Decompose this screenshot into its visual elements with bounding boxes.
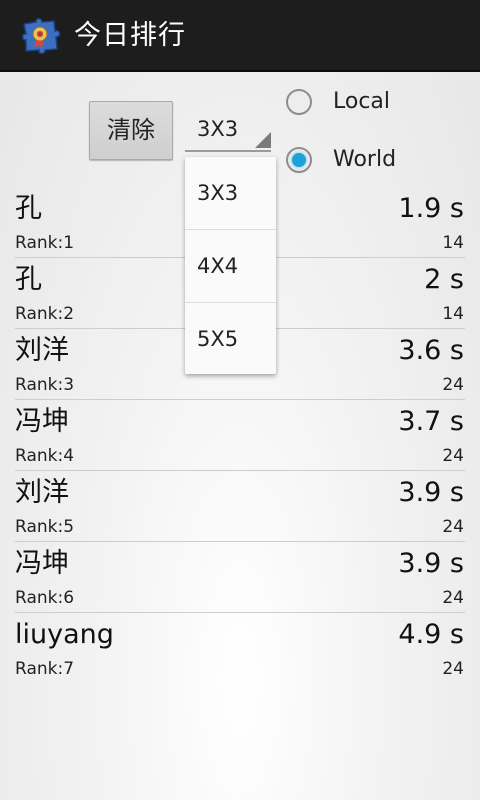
player-moves: 24 [442,517,464,537]
player-rank: Rank:1 [15,233,75,253]
player-rank: Rank:7 [15,659,75,679]
player-moves: 14 [442,233,464,253]
player-name: 冯坤 [15,548,69,579]
puzzle-app-icon[interactable] [20,16,64,56]
player-moves: 24 [442,588,464,608]
leaderboard-row[interactable]: 冯坤 3.7 s Rank:4 24 [0,399,480,471]
player-rank: Rank:6 [15,588,75,608]
player-time: 4.9 s [398,619,464,650]
player-moves: 24 [442,375,464,395]
size-spinner[interactable]: 3X3 [185,104,271,152]
leaderboard-row[interactable]: 刘洋 3.9 s Rank:5 24 [0,470,480,542]
player-time: 3.6 s [398,335,464,366]
player-name: 冯坤 [15,406,69,437]
player-time: 3.7 s [398,406,464,437]
player-rank: Rank:2 [15,304,75,324]
radio-circle-checked-icon [286,147,312,173]
page-title: 今日排行 [74,20,186,51]
title-bar: 今日排行 [0,0,480,72]
player-time: 2 s [424,264,464,295]
radio-local[interactable]: Local [286,88,436,128]
dropdown-option-4x4[interactable]: 4X4 [185,230,276,302]
player-time: 3.9 s [398,548,464,579]
player-rank: Rank:4 [15,446,75,466]
radio-label-local: Local [333,89,391,114]
leaderboard-row[interactable]: 冯坤 3.9 s Rank:6 24 [0,541,480,613]
dropdown-option-3x3[interactable]: 3X3 [185,157,276,229]
player-moves: 14 [442,304,464,324]
player-moves: 24 [442,446,464,466]
player-time: 1.9 s [398,193,464,224]
size-spinner-value: 3X3 [197,117,239,141]
player-rank: Rank:3 [15,375,75,395]
size-dropdown-menu: 3X3 4X4 5X5 [185,157,276,374]
player-name: liuyang [15,619,114,650]
leaderboard-row[interactable]: liuyang 4.9 s Rank:7 24 [0,612,480,683]
clear-button[interactable]: 清除 [89,101,173,160]
player-time: 3.9 s [398,477,464,508]
radio-label-world: World [333,147,397,172]
player-name: 刘洋 [15,477,69,508]
dropdown-option-5x5[interactable]: 5X5 [185,303,276,375]
player-name: 孔 [15,193,42,224]
dropdown-arrow-icon [255,132,271,148]
player-moves: 24 [442,659,464,679]
radio-dot-icon [292,153,306,167]
radio-world[interactable]: World [286,146,436,186]
radio-circle-icon [286,89,312,115]
player-name: 孔 [15,264,42,295]
player-name: 刘洋 [15,335,69,366]
player-rank: Rank:5 [15,517,75,537]
